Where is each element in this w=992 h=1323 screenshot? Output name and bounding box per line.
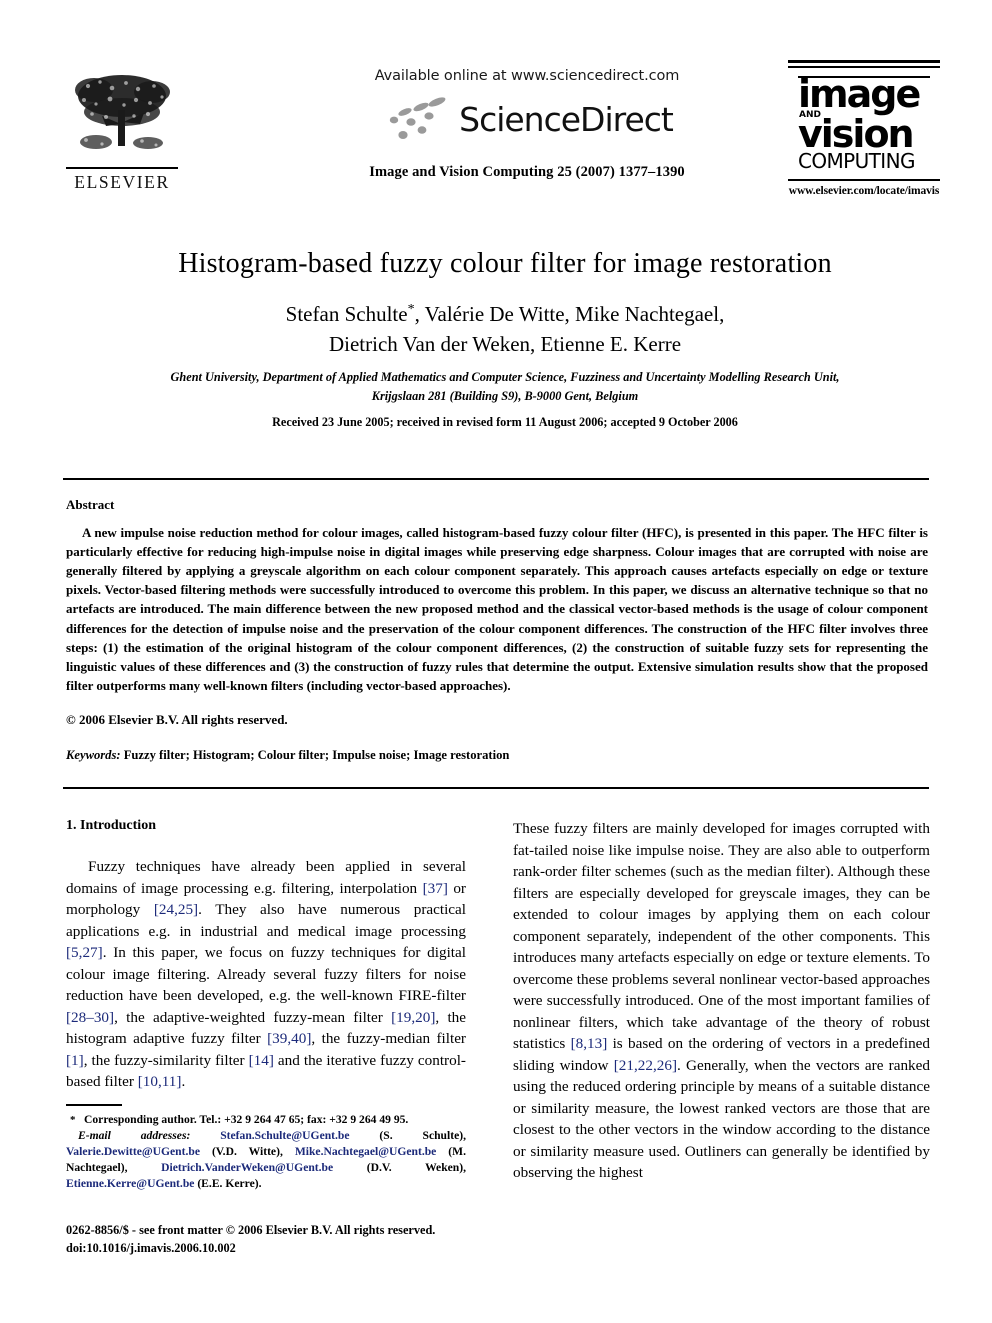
elsevier-divider — [66, 167, 178, 169]
logo-top-rule — [788, 60, 940, 63]
author-line-1-rest: , Valérie De Witte, Mike Nachtegael, — [414, 302, 725, 326]
sciencedirect-logo: ScienceDirect — [322, 96, 732, 142]
body-text: , the fuzzy-median filter — [311, 1030, 466, 1047]
citation-link[interactable]: [39,40] — [267, 1030, 311, 1047]
citation-link[interactable]: [1] — [66, 1052, 84, 1069]
email-link[interactable]: Valerie.Dewitte@UGent.be — [66, 1145, 200, 1158]
body-text: , the adaptive-weighted fuzzy-mean filte… — [114, 1008, 392, 1026]
email-owner-name: (E.E. Kerre). — [194, 1176, 262, 1190]
page-title: Histogram-based fuzzy colour filter for … — [178, 248, 832, 279]
logo-top-rule-2 — [788, 66, 940, 68]
body-text: . — [181, 1073, 186, 1090]
logo-word-image: image — [798, 72, 921, 116]
affiliation: Ghent University, Department of Applied … — [105, 368, 905, 406]
citation-link[interactable]: [5,27] — [66, 944, 103, 961]
citation-link[interactable]: [37] — [423, 880, 448, 897]
keywords-value: Fuzzy filter; Histogram; Colour filter; … — [123, 748, 510, 762]
elsevier-wordmark: ELSEVIER — [74, 172, 170, 192]
email-link[interactable]: Etienne.Kerre@UGent.be — [66, 1177, 194, 1190]
elsevier-logo: ELSEVIER — [66, 66, 184, 196]
citation-link[interactable]: [14] — [249, 1052, 274, 1069]
author-first: Stefan Schulte — [285, 302, 408, 326]
sciencedirect-wordmark: ScienceDirect — [459, 99, 674, 139]
body-text: . In this paper, we focus on fuzzy techn… — [66, 944, 466, 1004]
citation-link[interactable]: [10,11] — [138, 1073, 182, 1090]
abstract-heading: Abstract — [66, 497, 115, 512]
body-text: . Generally, when the vectors are ranked… — [513, 1056, 930, 1182]
abstract-bottom-rule — [63, 787, 929, 790]
doi-line: doi:10.1016/j.imavis.2006.10.002 — [66, 1240, 236, 1255]
sciencedirect-swoosh-icon — [389, 97, 446, 139]
email-owner-name: (V.D. Witte), — [199, 1144, 295, 1158]
email-addresses-label: E-mail addresses: — [78, 1128, 221, 1142]
column-right: These fuzzy filters are mainly developed… — [513, 818, 930, 1184]
elsevier-tree-icon — [75, 75, 170, 149]
citation-link[interactable]: [21,22,26] — [614, 1057, 677, 1074]
body-text: Fuzzy techniques have already been appli… — [66, 858, 466, 897]
email-link[interactable]: Stefan.Schulte@UGent.be — [220, 1129, 349, 1142]
logo-word-computing: COMPUTING — [798, 149, 915, 174]
email-link[interactable]: Dietrich.VanderWeken@UGent.be — [161, 1161, 333, 1174]
author-line-1: Stefan Schulte*, Valérie De Witte, Mike … — [60, 300, 950, 330]
corresponding-author-marker: * — [407, 302, 415, 317]
column-left: 1. Introduction Fuzzy techniques have al… — [66, 818, 466, 1093]
intro-paragraph-left: Fuzzy techniques have already been appli… — [66, 856, 466, 1093]
author-line-2: Dietrich Van der Weken, Etienne E. Kerre — [328, 331, 682, 356]
author-list: Stefan Schulte*, Valérie De Witte, Mike … — [60, 300, 950, 360]
abstract-copyright: © 2006 Elsevier B.V. All rights reserved… — [66, 712, 288, 727]
journal-reference: Image and Vision Computing 25 (2007) 137… — [369, 164, 685, 180]
footnote-block: * Corresponding author. Tel.: +32 9 264 … — [66, 1112, 466, 1192]
affiliation-line-2: Krijgslaan 281 (Building S9), B-9000 Gen… — [371, 389, 639, 404]
article-history: Received 23 June 2005; received in revis… — [272, 415, 738, 429]
email-addresses-note: E-mail addresses: Stefan.Schulte@UGent.b… — [66, 1128, 466, 1192]
email-owner-name: (S. Schulte), — [349, 1128, 466, 1142]
abstract-body: A new impulse noise reduction method for… — [66, 525, 928, 693]
footnote-star-marker: * — [70, 1114, 76, 1126]
imprint-block: 0262-8856/$ - see front matter © 2006 El… — [66, 1222, 496, 1258]
affiliation-line-1: Ghent University, Department of Applied … — [170, 370, 840, 384]
body-text: These fuzzy filters are mainly developed… — [513, 820, 930, 1052]
section-heading-introduction: 1. Introduction — [66, 818, 156, 833]
keywords-label: Keywords: — [66, 748, 121, 762]
citation-link[interactable]: [19,20] — [391, 1009, 435, 1026]
citation-link[interactable]: [28–30] — [66, 1009, 114, 1026]
footnote-rule — [66, 1104, 122, 1106]
corresponding-author-note: Corresponding author. Tel.: +32 9 264 47… — [84, 1113, 409, 1126]
citation-link[interactable]: [8,13] — [571, 1035, 608, 1052]
body-text: , the fuzzy-similarity filter — [83, 1051, 249, 1069]
available-online-text: Available online at www.sciencedirect.co… — [374, 68, 680, 84]
email-link[interactable]: Mike.Nachtegael@UGent.be — [295, 1145, 437, 1158]
journal-url: www.elsevier.com/locate/imavis — [788, 184, 940, 197]
abstract-top-rule — [63, 478, 929, 480]
citation-link[interactable]: [24,25] — [154, 901, 198, 918]
paper-page: ELSEVIER Available online at www.science… — [0, 0, 992, 1323]
intro-paragraph-right: These fuzzy filters are mainly developed… — [513, 818, 930, 1184]
front-matter-line: 0262-8856/$ - see front matter © 2006 El… — [66, 1223, 436, 1237]
journal-header: ELSEVIER Available online at www.science… — [60, 58, 950, 208]
image-vision-computing-logo: image AND vision COMPUTING www.elsevier.… — [778, 60, 950, 197]
logo-word-vision: vision — [798, 112, 915, 157]
logo-bottom-rule — [788, 179, 940, 181]
email-owner-name: (D.V. Weken), — [333, 1160, 466, 1174]
sciencedirect-block: Available online at www.sciencedirect.co… — [322, 68, 732, 181]
keywords: Keywords: Fuzzy filter; Histogram; Colou… — [66, 748, 928, 763]
